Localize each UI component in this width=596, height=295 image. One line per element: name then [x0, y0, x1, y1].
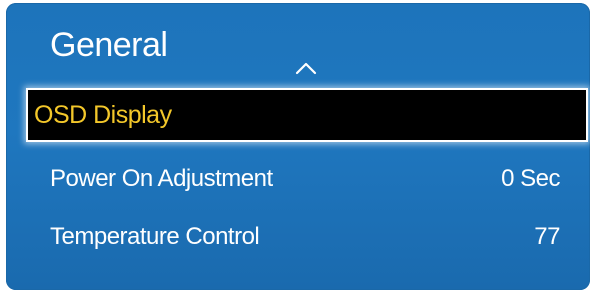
menu-title: General [50, 26, 168, 64]
menu-item-value: 0 Sec [501, 165, 560, 192]
menu-item-label: Power On Adjustment [50, 165, 273, 192]
menu-item-power-on-adjustment[interactable]: Power On Adjustment 0 Sec [26, 150, 588, 208]
chevron-up-icon[interactable] [295, 61, 317, 75]
menu-item-osd-display[interactable]: OSD Display [26, 88, 588, 142]
osd-menu-panel: General OSD Display Power On Adjustment … [6, 3, 590, 290]
menu-item-label: OSD Display [34, 100, 172, 129]
menu-list: OSD Display Power On Adjustment 0 Sec Te… [26, 88, 588, 266]
menu-item-temperature-control[interactable]: Temperature Control 77 [26, 208, 588, 266]
menu-item-value: 77 [534, 223, 560, 250]
menu-item-label: Temperature Control [50, 223, 260, 250]
